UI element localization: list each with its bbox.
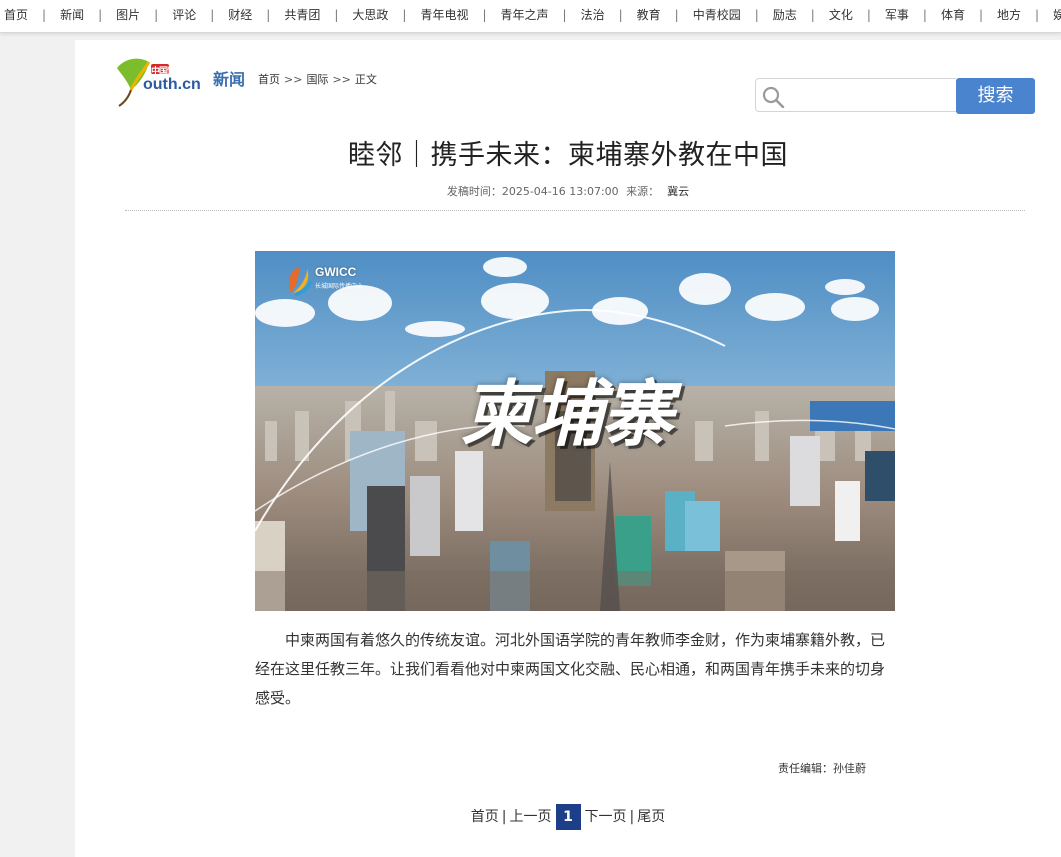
- logo-wordmark: outh.cn: [143, 76, 201, 93]
- breadcrumb: 首页 >> 国际 >> 正文: [258, 71, 381, 87]
- nav-separator: |: [754, 8, 759, 22]
- nav-item-education[interactable]: 教育: [637, 0, 661, 30]
- breadcrumb-home[interactable]: 首页: [258, 73, 280, 86]
- nav-separator: |: [618, 8, 623, 22]
- nav-item-finance[interactable]: 财经: [228, 0, 252, 30]
- pager-separator: |: [629, 809, 635, 825]
- breadcrumb-separator: >>: [332, 73, 351, 86]
- nav-separator: |: [210, 8, 215, 22]
- nav-separator: |: [266, 8, 271, 22]
- nav-item-news[interactable]: 新闻: [60, 0, 84, 30]
- page-current[interactable]: 1: [555, 804, 581, 830]
- nav-separator: |: [1035, 8, 1040, 22]
- nav-item-youth-voice[interactable]: 青年之声: [501, 0, 549, 30]
- nav-separator: |: [402, 8, 407, 22]
- nav-item-military[interactable]: 军事: [885, 0, 909, 30]
- hero-brand-sub: 长城国际传播中心: [315, 283, 364, 290]
- nav-item-inspiration[interactable]: 励志: [773, 0, 797, 30]
- nav-separator: |: [810, 8, 815, 22]
- nav-separator: |: [978, 8, 983, 22]
- article-meta: 发稿时间：2025-04-16 13:07:00 来源： 冀云: [75, 183, 1061, 199]
- title-divider: [125, 210, 1025, 211]
- publish-time: 2025-04-16 13:07:00: [501, 185, 619, 198]
- source-label: 来源：: [626, 185, 660, 198]
- nav-item-youth-league[interactable]: 共青团: [284, 0, 320, 30]
- search-icon: [762, 86, 785, 108]
- nav-item-youth-tv[interactable]: 青年电视: [420, 0, 468, 30]
- nav-item-sports[interactable]: 体育: [941, 0, 965, 30]
- section-name: 新闻: [213, 70, 246, 89]
- nav-separator: |: [334, 8, 339, 22]
- nav-item-ideology[interactable]: 大思政: [352, 0, 388, 30]
- nav-separator: |: [922, 8, 927, 22]
- source-name: 冀云: [667, 185, 690, 198]
- nav-item-entertainment[interactable]: 娱乐: [1053, 0, 1061, 30]
- article-title: 睦邻｜携手未来：柬埔寨外教在中国: [348, 140, 788, 171]
- page-first-link[interactable]: 首页: [471, 809, 499, 825]
- gwicc-logo-icon: [289, 267, 313, 297]
- page-next-link[interactable]: 下一页: [585, 809, 627, 825]
- breadcrumb-separator: >>: [284, 73, 303, 86]
- hero-brand: GWICC: [315, 265, 357, 279]
- pager-separator: |: [501, 809, 507, 825]
- nav-item-law[interactable]: 法治: [581, 0, 605, 30]
- nav-item-local[interactable]: 地方: [997, 0, 1021, 30]
- page-prev-link[interactable]: 上一页: [510, 809, 552, 825]
- article-hero-image: GWICC 长城国际传播中心 柬埔寨: [255, 251, 895, 611]
- page-last-link[interactable]: 尾页: [637, 809, 665, 825]
- nav-item-comments[interactable]: 评论: [172, 0, 196, 30]
- nav-separator: |: [562, 8, 567, 22]
- nav-separator: |: [674, 8, 679, 22]
- nav-separator: |: [482, 8, 487, 22]
- nav-separator: |: [42, 8, 47, 22]
- pagination: 首页 | 上一页 1 下一页 | 尾页: [75, 804, 1061, 830]
- nav-separator: |: [866, 8, 871, 22]
- main-content: 中国青年网 outh.cn 新闻 首页 >> 国际 >> 正文 搜索 睦邻｜携手未来：柬…: [75, 40, 1061, 857]
- top-navigation-bar: 首页 | 新闻 | 图片 | 评论 | 财经 | 共青团 | 大思政 | 青年电视 | 青年之声 | 法治 | 教育 | 中…: [0, 0, 1061, 33]
- nav-item-culture[interactable]: 文化: [829, 0, 853, 30]
- search-input[interactable]: [790, 83, 954, 109]
- search-box: [755, 78, 956, 112]
- hero-title-text: 柬埔寨: [461, 371, 673, 456]
- nav-item-campus[interactable]: 中青校园: [693, 0, 741, 30]
- nav-item-pictures[interactable]: 图片: [116, 0, 140, 30]
- search-button[interactable]: 搜索: [956, 78, 1035, 114]
- breadcrumb-current: 正文: [354, 73, 377, 86]
- publish-time-label: 发稿时间：: [446, 185, 502, 198]
- article-body: 中柬两国有着悠久的传统友谊。河北外国语学院的青年教师李金财，作为柬埔寨籍外教，已…: [255, 631, 886, 707]
- nav-separator: |: [98, 8, 103, 22]
- site-logo[interactable]: 中国青年网 outh.cn: [113, 50, 208, 108]
- nav-separator: |: [154, 8, 159, 22]
- breadcrumb-international[interactable]: 国际: [306, 73, 328, 86]
- responsible-editor: 责任编辑：孙佳蔚: [778, 762, 866, 775]
- nav-item-home[interactable]: 首页: [4, 0, 28, 30]
